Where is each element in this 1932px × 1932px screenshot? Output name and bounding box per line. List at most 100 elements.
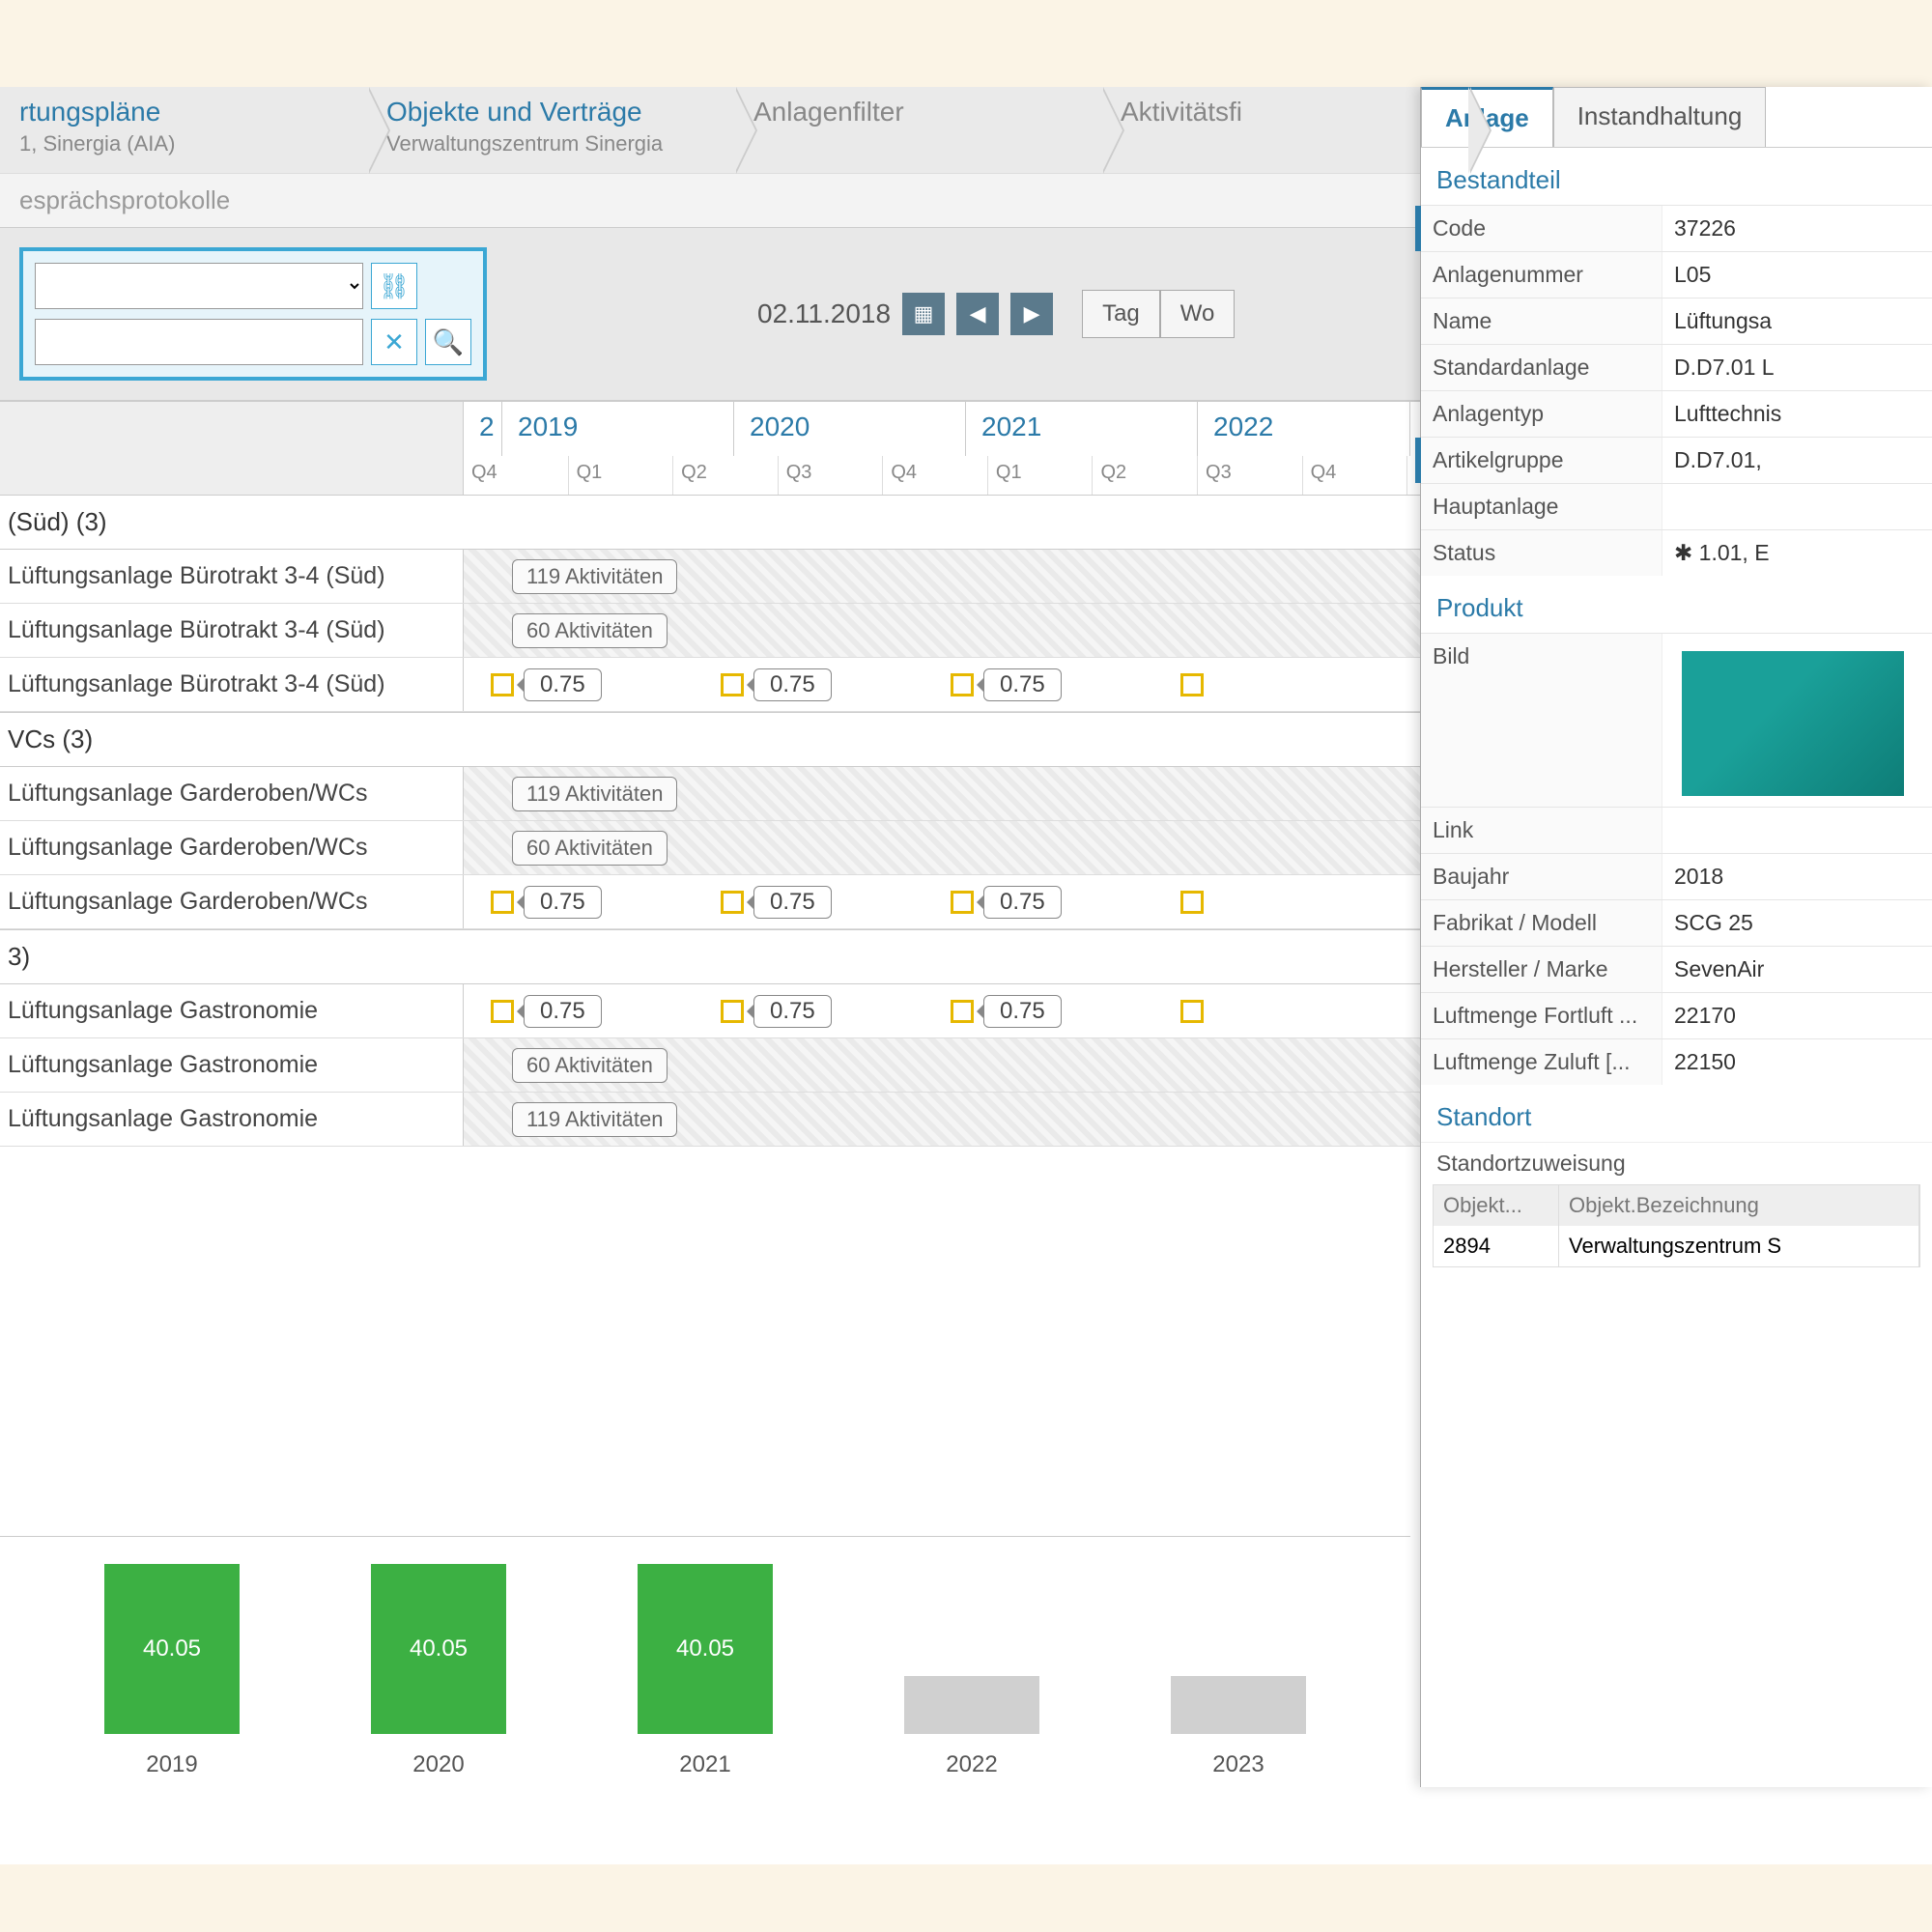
search-button[interactable]: 🔍: [425, 319, 471, 365]
filter-dropdown[interactable]: [35, 263, 363, 309]
kv-status: Status✱ 1.01, E: [1421, 529, 1932, 576]
loc-col-bezeichnung[interactable]: Objekt.Bezeichnung: [1559, 1185, 1919, 1226]
activity-marker[interactable]: [1180, 891, 1204, 914]
view-week-button[interactable]: Wo: [1160, 290, 1236, 338]
value-pill[interactable]: 0.75: [524, 886, 602, 919]
activity-marker[interactable]: [951, 673, 974, 696]
prev-button[interactable]: ◀: [956, 293, 999, 335]
calendar-button[interactable]: ▦: [902, 293, 945, 335]
kv-hersteller: Hersteller / MarkeSevenAir: [1421, 946, 1932, 992]
gantt-row-label: Lüftungsanlage Bürotrakt 3-4 (Süd): [0, 604, 464, 657]
chevron-right-icon: ▶: [1024, 301, 1040, 327]
loc-col-objekt[interactable]: Objekt...: [1434, 1185, 1559, 1226]
clear-button[interactable]: ✕: [371, 319, 417, 365]
gantt-row-label: Lüftungsanlage Gastronomie: [0, 1038, 464, 1092]
bar-value: [1171, 1676, 1306, 1734]
location-row[interactable]: 2894 Verwaltungszentrum S: [1434, 1226, 1919, 1266]
value-pill[interactable]: 0.75: [753, 995, 832, 1028]
year-2019[interactable]: 2019: [502, 402, 734, 456]
cost-chart: 40.05201940.05202040.05202120222023: [0, 1536, 1410, 1845]
quarter-label: Q1: [569, 456, 674, 495]
activity-pill[interactable]: 60 Aktivitäten: [512, 613, 668, 648]
date-nav: 02.11.2018 ▦ ◀ ▶: [757, 293, 1053, 335]
chart-bar: 40.052020: [352, 1564, 526, 1778]
quarter-label: Q3: [1198, 456, 1303, 495]
kv-fortluft: Luftmenge Fortluft ...22170: [1421, 992, 1932, 1038]
tab-instandhaltung[interactable]: Instandhaltung: [1553, 87, 1767, 147]
bar-category-label: 2020: [412, 1751, 464, 1778]
gantt-row-label: Lüftungsanlage Bürotrakt 3-4 (Süd): [0, 550, 464, 603]
section-bestandteil: Bestandteil: [1421, 148, 1932, 205]
search-input[interactable]: [35, 319, 363, 365]
activity-marker[interactable]: [1180, 673, 1204, 696]
search-box: ⛓ ✕ 🔍: [19, 247, 487, 381]
value-pill[interactable]: 0.75: [753, 886, 832, 919]
value-pill[interactable]: 0.75: [983, 886, 1062, 919]
activity-marker[interactable]: [721, 1000, 744, 1023]
activity-pill[interactable]: 119 Aktivitäten: [512, 1102, 677, 1137]
crumb-title: rtungspläne: [19, 97, 328, 128]
value-pill[interactable]: 0.75: [524, 995, 602, 1028]
bar-value: 40.05: [638, 1564, 773, 1734]
kv-hauptanlage: Hauptanlage: [1421, 483, 1932, 529]
value-pill[interactable]: 0.75: [524, 668, 602, 701]
bar-category-label: 2021: [679, 1751, 730, 1778]
quarter-label: Q1: [988, 456, 1094, 495]
next-button[interactable]: ▶: [1010, 293, 1053, 335]
year-2021[interactable]: 2021: [966, 402, 1198, 456]
quarter-label: Q4: [1303, 456, 1408, 495]
link-icon: ⛓: [378, 271, 410, 301]
kv-link: Link: [1421, 807, 1932, 853]
crumb-title: Objekte und Verträge: [386, 97, 696, 128]
bar-category-label: 2022: [946, 1751, 997, 1778]
kv-zuluft: Luftmenge Zuluft [...22150: [1421, 1038, 1932, 1085]
crumb-aktivitaetsfilter[interactable]: Aktivitätsfi: [1101, 87, 1468, 173]
activity-marker[interactable]: [721, 673, 744, 696]
activity-marker[interactable]: [491, 673, 514, 696]
activity-marker[interactable]: [951, 891, 974, 914]
gantt-row-label: Lüftungsanlage Garderoben/WCs: [0, 875, 464, 928]
activity-marker[interactable]: [491, 1000, 514, 1023]
year-2020[interactable]: 2020: [734, 402, 966, 456]
close-icon: ✕: [384, 327, 405, 357]
detail-panel: Anlage Instandhaltung Bestandteil Code37…: [1420, 87, 1932, 1787]
value-pill[interactable]: 0.75: [983, 668, 1062, 701]
location-table: Objekt... Objekt.Bezeichnung 2894 Verwal…: [1433, 1184, 1920, 1267]
crumb-wartungsplaene[interactable]: rtungspläne 1, Sinergia (AIA): [0, 87, 367, 173]
activity-pill[interactable]: 60 Aktivitäten: [512, 1048, 668, 1083]
activity-marker[interactable]: [491, 891, 514, 914]
link-button[interactable]: ⛓: [371, 263, 417, 309]
crumb-objekte[interactable]: Objekte und Verträge Verwaltungszentrum …: [367, 87, 734, 173]
crumb-anlagenfilter[interactable]: Anlagenfilter: [734, 87, 1101, 173]
chart-bar: 2023: [1151, 1676, 1325, 1778]
gantt-row-label: Lüftungsanlage Gastronomie: [0, 1093, 464, 1146]
activity-pill[interactable]: 60 Aktivitäten: [512, 831, 668, 866]
quarter-label: Q4: [883, 456, 988, 495]
gantt-row-label: Lüftungsanlage Garderoben/WCs: [0, 821, 464, 874]
section-standort: Standort: [1421, 1085, 1932, 1142]
panel-tabs: Anlage Instandhaltung: [1421, 87, 1932, 148]
year-2022[interactable]: 2022: [1198, 402, 1410, 456]
crumb-sub: Verwaltungszentrum Sinergia: [386, 131, 696, 156]
bar-category-label: 2023: [1212, 1751, 1264, 1778]
gantt-row-label: Lüftungsanlage Garderoben/WCs: [0, 767, 464, 820]
bar-category-label: 2019: [146, 1751, 197, 1778]
kv-bild: Bild: [1421, 633, 1932, 807]
view-day-button[interactable]: Tag: [1082, 290, 1160, 338]
activity-marker[interactable]: [721, 891, 744, 914]
activity-marker[interactable]: [1180, 1000, 1204, 1023]
chevron-left-icon: ◀: [970, 301, 986, 327]
chart-bar: 2022: [885, 1676, 1059, 1778]
activity-pill[interactable]: 119 Aktivitäten: [512, 777, 677, 811]
activity-pill[interactable]: 119 Aktivitäten: [512, 559, 677, 594]
value-pill[interactable]: 0.75: [753, 668, 832, 701]
current-date: 02.11.2018: [757, 298, 891, 329]
standortzuweisung-label: Standortzuweisung: [1421, 1142, 1932, 1184]
quarter-label: Q3: [779, 456, 884, 495]
view-toggle: Tag Wo: [1082, 290, 1235, 338]
activity-marker[interactable]: [951, 1000, 974, 1023]
crumb-title: Anlagenfilter: [753, 97, 1063, 128]
value-pill[interactable]: 0.75: [983, 995, 1062, 1028]
kv-code: Code37226: [1421, 205, 1932, 251]
kv-artikelgruppe: ArtikelgruppeD.D7.01,: [1421, 437, 1932, 483]
